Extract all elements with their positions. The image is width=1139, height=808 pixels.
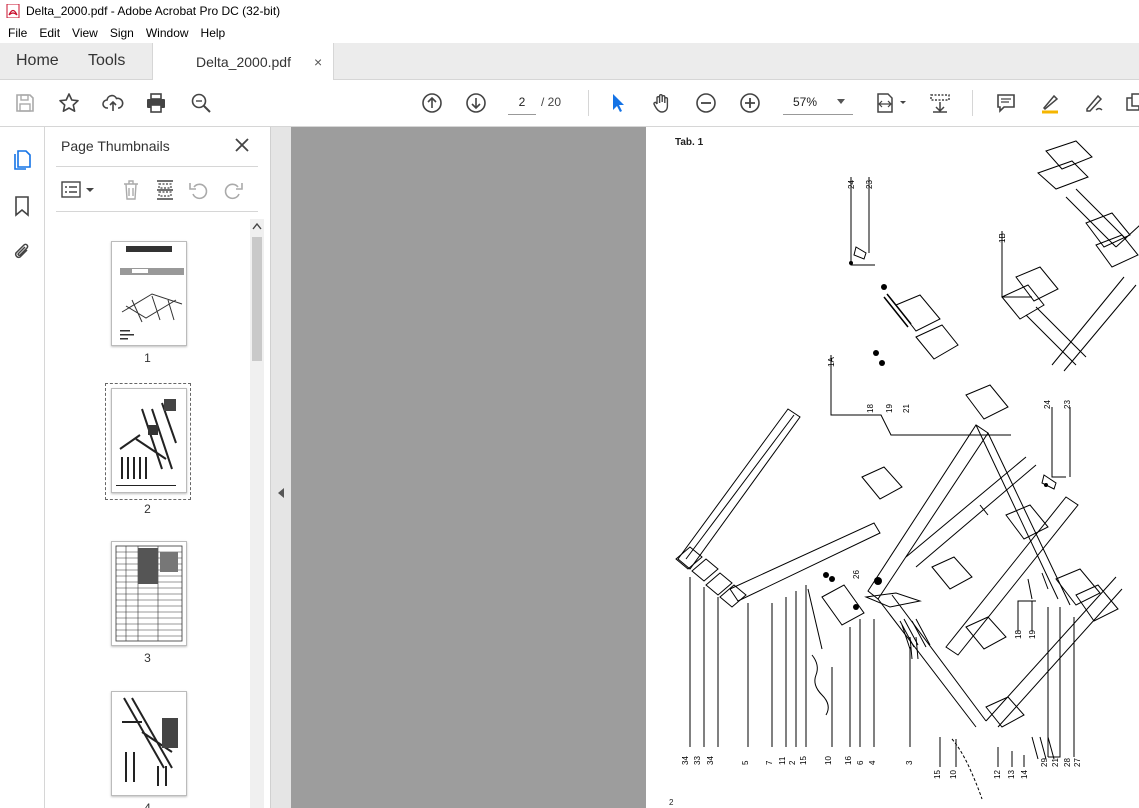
- panel-title: Page Thumbnails: [61, 138, 170, 154]
- menu-edit[interactable]: Edit: [33, 26, 66, 40]
- menu-view[interactable]: View: [66, 26, 104, 40]
- highlight-pen-icon[interactable]: [1038, 91, 1062, 115]
- document-tab-label: Delta_2000.pdf: [196, 53, 291, 70]
- cloud-upload-icon[interactable]: [101, 91, 125, 115]
- panel-divider: [56, 166, 258, 167]
- chevron-down-icon: [837, 99, 845, 104]
- select-cursor-icon[interactable]: [606, 91, 630, 115]
- hand-tool-icon[interactable]: [650, 91, 674, 115]
- thumbnail-page-image[interactable]: [111, 541, 187, 646]
- next-page-icon[interactable]: [464, 91, 488, 115]
- zoom-out-icon[interactable]: [694, 91, 718, 115]
- close-icon[interactable]: [233, 136, 251, 154]
- scrollbar-thumb[interactable]: [252, 237, 262, 361]
- rotate-counterclockwise-icon[interactable]: [188, 179, 210, 201]
- insert-pages-icon[interactable]: [155, 179, 175, 201]
- close-tab-icon[interactable]: ×: [314, 54, 322, 70]
- page-fit-icon[interactable]: [874, 91, 910, 115]
- thumbnail-page-image[interactable]: [111, 241, 187, 346]
- thumbnail-page-image[interactable]: [111, 388, 187, 493]
- exploded-parts-diagram: [675, 140, 1139, 800]
- print-icon[interactable]: [144, 91, 168, 115]
- document-viewer-background: [291, 127, 646, 808]
- menu-bar: File Edit View Sign Window Help: [0, 22, 1139, 43]
- chevron-up-icon[interactable]: [252, 222, 262, 230]
- more-tools-icon[interactable]: [1124, 91, 1139, 115]
- page-footer-number: 2: [669, 798, 674, 807]
- cover-thumbnail-graphic: [120, 246, 184, 340]
- document-page[interactable]: Tab. 1 24 23 1B 1A 18 19 21 24 23 18 19 …: [646, 127, 1139, 808]
- thumbnail-page-label: 3: [144, 651, 151, 665]
- navigation-rail: [0, 127, 45, 808]
- diagram-thumbnail-graphic: [122, 697, 178, 786]
- tab-home[interactable]: Home: [16, 43, 59, 79]
- table-thumbnail-graphic: [115, 545, 183, 642]
- thumbnail-list: 1 2 3 4: [45, 219, 250, 808]
- options-menu-icon[interactable]: [61, 180, 97, 200]
- draw-pencil-icon[interactable]: [1082, 91, 1106, 115]
- rotate-clockwise-icon[interactable]: [222, 179, 244, 201]
- window-title: Delta_2000.pdf - Adobe Acrobat Pro DC (3…: [26, 4, 281, 18]
- attachment-icon[interactable]: [11, 241, 33, 263]
- thumbnail-page-image[interactable]: [111, 691, 187, 796]
- delete-icon[interactable]: [121, 179, 141, 201]
- toolbar-divider: [588, 90, 589, 116]
- page-thumbnails-panel: Page Thumbnails 1 2 3 4: [45, 127, 270, 808]
- menu-file[interactable]: File: [0, 26, 33, 40]
- thumbnail-page-label: 2: [144, 502, 151, 516]
- zoom-level-value: 57%: [793, 95, 818, 109]
- previous-page-icon[interactable]: [420, 91, 444, 115]
- title-bar: Delta_2000.pdf - Adobe Acrobat Pro DC (3…: [0, 0, 1139, 22]
- page-thumbnails-icon[interactable]: [11, 149, 33, 171]
- page-total: / 20: [541, 95, 562, 109]
- tab-tools[interactable]: Tools: [88, 43, 125, 79]
- thumbnail-page-label: 4: [144, 801, 151, 808]
- menu-window[interactable]: Window: [140, 26, 195, 40]
- menu-sign[interactable]: Sign: [104, 26, 140, 40]
- panel-divider: [56, 211, 258, 212]
- bookmark-icon[interactable]: [11, 195, 33, 217]
- tab-bar: Home Tools Delta_2000.pdf ×: [0, 43, 1139, 80]
- collapse-panel-icon[interactable]: [278, 488, 284, 498]
- thumbnail-page-label: 1: [144, 351, 151, 365]
- scroll-mode-icon[interactable]: [928, 91, 952, 115]
- save-icon[interactable]: [13, 91, 37, 115]
- zoom-level-select[interactable]: 57%: [783, 90, 853, 115]
- menu-help[interactable]: Help: [195, 26, 232, 40]
- page-number-input[interactable]: 2: [508, 90, 536, 115]
- thumbnail-scrollbar[interactable]: [250, 219, 264, 808]
- toolbar: 2 / 20 57%: [0, 80, 1139, 127]
- panel-splitter[interactable]: [270, 127, 291, 808]
- thumbnail-toolbar: [45, 172, 270, 212]
- acrobat-app-icon: [6, 4, 20, 18]
- star-icon[interactable]: [57, 91, 81, 115]
- toolbar-divider: [972, 90, 973, 116]
- zoom-search-icon[interactable]: [189, 91, 213, 115]
- diagram-thumbnail-graphic: [116, 399, 177, 486]
- zoom-in-icon[interactable]: [738, 91, 762, 115]
- tab-document[interactable]: Delta_2000.pdf ×: [152, 43, 334, 80]
- comment-icon[interactable]: [994, 91, 1018, 115]
